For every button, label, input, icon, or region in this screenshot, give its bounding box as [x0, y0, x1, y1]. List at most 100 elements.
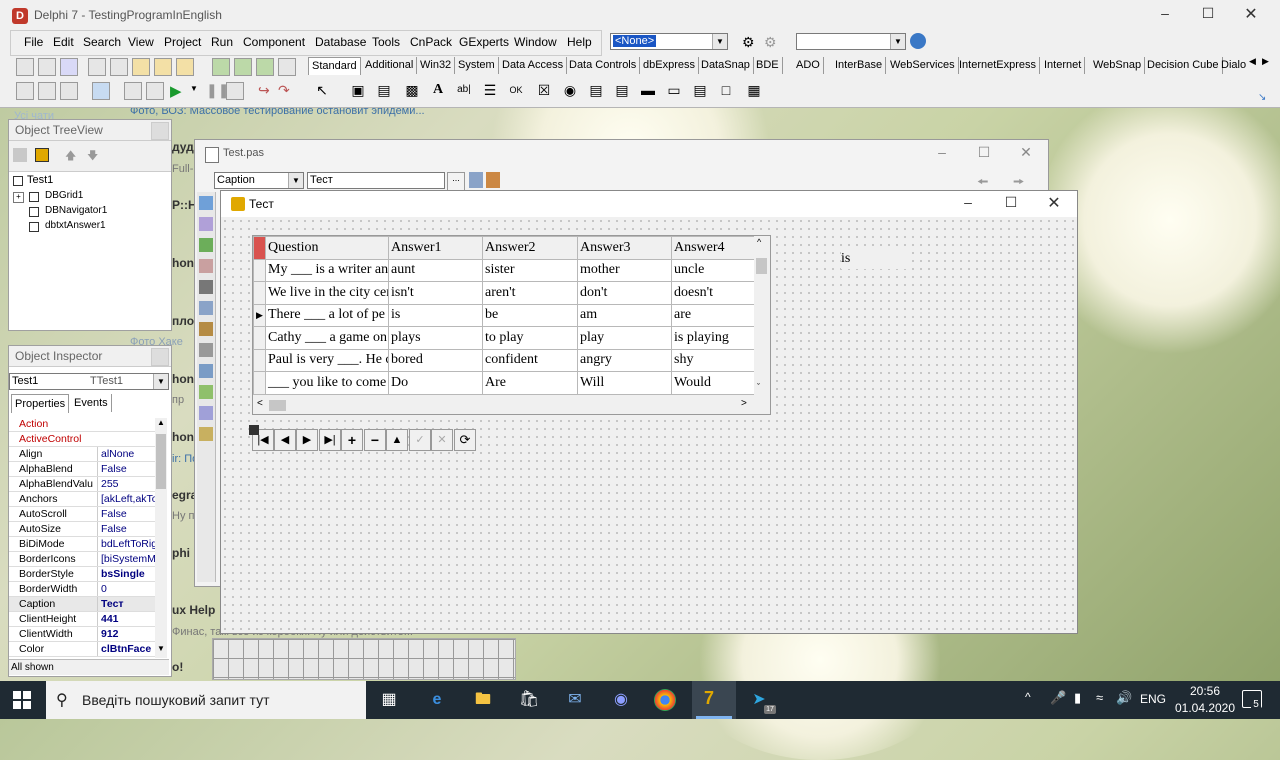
nav-delete-icon[interactable]: − — [364, 429, 386, 451]
scroll-thumb[interactable] — [269, 400, 286, 411]
property-value-input[interactable]: Тест — [307, 172, 445, 189]
radiobutton-icon[interactable]: ◉ — [560, 80, 580, 100]
property-row[interactable]: BorderStyle bsSingle — [9, 567, 155, 582]
memo-icon[interactable]: ☰ — [480, 80, 500, 100]
tab-bde[interactable]: BDE — [753, 57, 783, 74]
menu-window[interactable]: Window — [514, 35, 557, 49]
component-icon[interactable] — [199, 364, 213, 378]
show-hidden-icons-icon[interactable]: ^ — [1025, 690, 1031, 704]
nav-prior-icon[interactable]: ◀ — [274, 429, 296, 451]
desktop-combo[interactable]: <None> ▼ — [610, 33, 728, 50]
property-value[interactable]: clBtnFace — [97, 642, 163, 656]
property-value[interactable]: False — [97, 462, 163, 476]
menu-project[interactable]: Project — [164, 35, 201, 49]
grid-cell[interactable]: We live in the city cer — [265, 281, 389, 305]
grid-cell[interactable]: play — [577, 326, 672, 350]
property-row[interactable]: Align alNone — [9, 447, 155, 462]
help-question-icon[interactable] — [278, 58, 296, 76]
grid-cell[interactable]: are — [671, 303, 755, 327]
pointer-icon[interactable]: ↖ — [312, 80, 332, 100]
save-all-icon[interactable] — [88, 58, 106, 76]
scrollbar-icon[interactable]: ▬ — [638, 80, 658, 100]
grid-cell[interactable]: plays — [388, 326, 483, 350]
grid-cell[interactable]: shy — [671, 348, 755, 372]
nav-insert-icon[interactable]: + — [341, 429, 363, 451]
table-row[interactable]: Cathy ___ a game on plays to play play is pl… — [253, 326, 755, 350]
view-form-icon[interactable] — [38, 82, 56, 100]
nav-post-icon[interactable]: ✓ — [409, 429, 431, 451]
combobox-icon[interactable]: ▤ — [612, 80, 632, 100]
grid-cell[interactable]: is playing — [671, 326, 755, 350]
gexperts-combo[interactable]: ▼ — [796, 33, 906, 50]
tree-item-dbgrid[interactable]: DBGrid1 — [45, 190, 83, 201]
property-value[interactable]: [akLeft,akTop — [97, 492, 163, 506]
row-indicator[interactable] — [253, 371, 266, 395]
grid-cell[interactable]: There ___ a lot of pe — [265, 303, 389, 327]
select-folder-icon[interactable] — [146, 82, 164, 100]
save-desktop-icon[interactable]: ⚙ — [742, 34, 755, 51]
grid-column-header[interactable]: Answer3 — [577, 236, 672, 260]
menu-database[interactable]: Database — [315, 35, 366, 49]
close-icon[interactable] — [151, 122, 169, 140]
property-row[interactable]: ClientWidth 912 — [9, 627, 155, 642]
component-icon[interactable] — [199, 343, 213, 357]
menu-cnpack[interactable]: CnPack — [410, 35, 452, 49]
menu-tools[interactable]: Tools — [372, 35, 400, 49]
property-value[interactable]: False — [97, 522, 163, 536]
save-icon[interactable] — [60, 58, 78, 76]
scroll-up-icon[interactable]: ▲ — [157, 418, 165, 427]
tab-scroll-right-icon[interactable]: ▶ — [1262, 56, 1269, 67]
grid-cell[interactable]: is — [388, 303, 483, 327]
scroll-thumb[interactable] — [156, 434, 166, 489]
menu-view[interactable]: View — [128, 35, 154, 49]
row-indicator[interactable] — [253, 348, 266, 372]
close-icon[interactable] — [151, 348, 169, 366]
property-row[interactable]: BorderIcons [biSystemMen — [9, 552, 163, 567]
table-row[interactable]: We live in the city cer isn't aren't don't d… — [253, 281, 755, 305]
language-indicator[interactable]: ENG — [1140, 692, 1166, 706]
grid-cell[interactable]: am — [577, 303, 672, 327]
trace-into-icon[interactable]: ↪ — [258, 82, 270, 99]
nav-refresh-icon[interactable]: ⟳ — [454, 429, 476, 451]
scroll-right-icon[interactable]: > — [741, 398, 747, 409]
checkbox-icon[interactable]: ☒ — [534, 80, 554, 100]
close-icon[interactable]: ✕ — [1236, 4, 1266, 24]
property-row[interactable]: BorderWidth 0 — [9, 582, 155, 597]
property-value[interactable]: False — [97, 507, 163, 521]
maximize-icon[interactable]: ☐ — [969, 144, 999, 161]
open-project-icon[interactable] — [110, 58, 128, 76]
move-down-icon[interactable]: 🡇 — [87, 147, 98, 166]
grid-cell[interactable]: angry — [577, 348, 672, 372]
store-icon[interactable]: 🛍 — [516, 687, 542, 713]
stop-icon[interactable] — [226, 82, 244, 100]
maximize-icon[interactable]: ☐ — [1193, 5, 1223, 22]
object-selector[interactable]: Test1 TTest1 ▼ — [9, 373, 169, 390]
listbox-icon[interactable]: ▤ — [586, 80, 606, 100]
minimize-icon[interactable]: – — [953, 194, 983, 210]
tab-additional[interactable]: Additional — [362, 57, 418, 74]
tab-win32[interactable]: Win32 — [417, 57, 456, 74]
nav-edit-icon[interactable]: ▲ — [386, 429, 408, 451]
step-over-icon[interactable]: ↷ — [278, 82, 290, 99]
close-icon[interactable]: ✕ — [1039, 193, 1069, 213]
tab-data-access[interactable]: Data Access — [499, 57, 568, 74]
book-icon[interactable] — [234, 58, 252, 76]
grid-cell[interactable]: Cathy ___ a game on — [265, 326, 389, 350]
tab-datasnap[interactable]: DataSnap — [698, 57, 754, 74]
nav-cancel-icon[interactable]: ✕ — [431, 429, 453, 451]
label-icon[interactable]: A — [428, 80, 448, 100]
property-value[interactable]: alNone — [97, 447, 163, 461]
minimize-icon[interactable]: – — [1150, 5, 1180, 21]
scroll-up-icon[interactable]: ^ — [757, 237, 761, 247]
component-icon[interactable] — [199, 280, 213, 294]
move-up-icon[interactable]: 🡅 — [65, 147, 76, 166]
component-icon[interactable] — [199, 217, 213, 231]
property-row[interactable]: Color clBtnFace — [9, 642, 155, 657]
grid-vscrollbar[interactable]: ^ ˇ — [754, 236, 769, 396]
dbgrid[interactable]: Question Answer1 Answer2 Answer3 Answer4 My _… — [252, 235, 771, 415]
menu-edit[interactable]: Edit — [53, 35, 74, 49]
property-value[interactable]: 912 — [97, 627, 163, 641]
property-combo[interactable]: Caption ▼ — [214, 172, 304, 189]
tree-item-root[interactable]: Test1 — [27, 174, 53, 186]
battery-icon[interactable]: ▮ — [1074, 690, 1081, 706]
